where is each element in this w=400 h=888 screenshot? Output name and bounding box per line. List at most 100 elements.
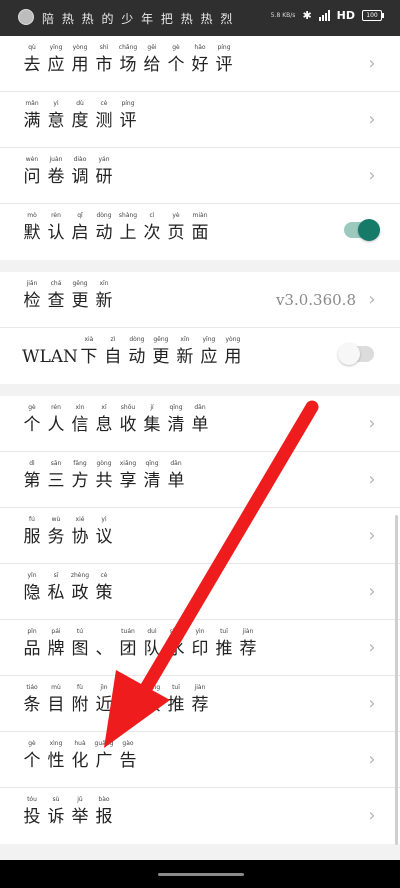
pinyin: guǎng — [94, 740, 114, 747]
pinyin: píng — [217, 44, 231, 51]
toggle-switch[interactable] — [338, 343, 374, 365]
pinyin: fù — [77, 684, 83, 691]
hanzi: 新 — [176, 347, 194, 367]
hanzi: 评 — [215, 55, 233, 75]
ruby-char: dān 单 — [190, 402, 210, 436]
pinyin: mù — [51, 684, 61, 691]
settings-row[interactable]: wèn 问 juàn 卷 diào 调 yán 研 › — [0, 148, 400, 204]
pinyin: tiáo — [26, 684, 38, 691]
ruby-char: wù 务 — [46, 514, 66, 548]
ruby-char: gěi 给 — [142, 42, 162, 76]
settings-row[interactable]: mò 默 rèn 认 qǐ 启 dòng 动 shàng 上 cì 次 yè 页 miàn 面 — [0, 204, 400, 260]
ruby-char: cì 次 — [142, 210, 162, 244]
hanzi: 附 — [71, 695, 89, 715]
toggle-switch[interactable] — [344, 219, 380, 241]
pinyin: gào — [122, 740, 134, 747]
ruby-char: rén 人 — [46, 402, 66, 436]
settings-row[interactable]: yǐn 隐 sī 私 zhèng 政 cè 策 › — [0, 564, 400, 620]
settings-row[interactable]: fú 服 wù 务 xié 协 yì 议 › — [0, 508, 400, 564]
ruby-char: gào 告 — [118, 738, 138, 772]
hanzi: 享 — [119, 471, 137, 491]
ruby-char: yì 议 — [94, 514, 114, 548]
hanzi: 报 — [95, 807, 113, 827]
ruby-char: shōu 收 — [118, 402, 138, 436]
ruby-char: mò 默 — [22, 210, 42, 244]
hanzi: 个 — [23, 751, 41, 771]
status-icons: 5.8 KB/s ✱ HD 100 — [270, 9, 384, 22]
pinyin: dān — [194, 404, 206, 411]
hanzi: 意 — [47, 111, 65, 131]
row-label: wèn 问 juàn 卷 diào 调 yán 研 — [22, 154, 118, 188]
hanzi: 自 — [104, 347, 122, 367]
settings-row[interactable]: mǎn 满 yì 意 dù 度 cè 测 píng 评 › — [0, 92, 400, 148]
network-speed: 5.8 KB/s — [270, 12, 296, 19]
settings-row[interactable]: gè 个 xìng 性 huà 化 guǎng 广 gào 告 › — [0, 732, 400, 788]
ruby-char: mù 目 — [46, 682, 66, 716]
settings-row[interactable]: jiǎn 检 chá 查 gēng 更 xīn 新 v3.0.360.8 › — [0, 272, 400, 328]
ruby-char: bào 报 — [94, 794, 114, 828]
ruby-char: yīng 应 — [46, 42, 66, 76]
hanzi: 度 — [71, 111, 89, 131]
hanzi: 目 — [47, 695, 65, 715]
pinyin: pái — [51, 628, 61, 635]
home-gesture-bar[interactable] — [158, 873, 244, 876]
pinyin: xīn — [99, 280, 109, 287]
chevron-right-icon: › — [368, 749, 376, 770]
pinyin: dān — [170, 460, 182, 467]
settings-row[interactable]: dì 第 sān 三 fāng 方 gòng 共 xiǎng 享 qīng 清 dān 单 › — [0, 452, 400, 508]
pinyin: gè — [172, 44, 180, 51]
settings-row[interactable]: pǐn 品 pái 牌 tú 图、 tuán 团 duì 队 shuǐ 水 yìn 印 tuī 推 jiàn 荐 › — [0, 620, 400, 676]
pinyin: qīng — [169, 404, 183, 411]
pinyin: rén — [51, 404, 61, 411]
pinyin: xìng — [49, 740, 63, 747]
scrollbar[interactable] — [395, 515, 398, 845]
pinyin: jí — [150, 404, 154, 411]
settings-row[interactable]: tóu 投 sù 诉 jǔ 举 bào 报 › — [0, 788, 400, 844]
settings-row[interactable]: tiáo 条 mù 目 fù 附 jìn 近 xuǎn 选 xiàng 项 tuī 推 jiàn 荐 › — [0, 676, 400, 732]
network-type: HD — [336, 9, 355, 22]
pinyin: gè — [28, 740, 36, 747]
hanzi: 务 — [47, 527, 65, 547]
pinyin: shì — [99, 44, 109, 51]
settings-row[interactable]: gè 个 rén 人 xìn 信 xī 息 shōu 收 jí 集 qīng 清 dān 单 › — [0, 396, 400, 452]
pinyin: zhèng — [70, 572, 90, 579]
pinyin: fāng — [73, 460, 87, 467]
ruby-char: tuī 推 — [166, 682, 186, 716]
hanzi: 第 — [23, 471, 41, 491]
pinyin: gè — [28, 404, 36, 411]
pinyin: tuī — [220, 628, 228, 635]
hanzi: 应 — [200, 347, 218, 367]
hanzi: 市 — [95, 55, 113, 75]
hanzi: 好 — [191, 55, 209, 75]
pinyin: yòng — [72, 44, 88, 51]
row-label: jiǎn 检 chá 查 gēng 更 xīn 新 — [22, 278, 118, 312]
hanzi: 集 — [143, 415, 161, 435]
hanzi: 去 — [23, 55, 41, 75]
ruby-char: mǎn 满 — [22, 98, 42, 132]
hanzi: 协 — [71, 527, 89, 547]
settings-row[interactable]: qù 去 yīng 应 yòng 用 shì 市 chǎng 场 gěi 给 gè 个 hǎo 好 píng 评 › — [0, 36, 400, 92]
pinyin: huà — [74, 740, 86, 747]
pinyin: tuán — [121, 628, 135, 635]
ruby-char: cè 测 — [94, 98, 114, 132]
ruby-char: sī 私 — [46, 570, 66, 604]
pinyin: qù — [28, 44, 36, 51]
row-label: yǐn 隐 sī 私 zhèng 政 cè 策 — [22, 570, 118, 604]
hanzi: 查 — [47, 291, 65, 311]
ruby-char: gè 个 — [22, 402, 42, 436]
ruby-char: jǔ 举 — [70, 794, 90, 828]
settings-row[interactable]: WLAN xià 下 zì 自 dòng 动 gēng 更 xīn 新 yīng 应 yòng 用 — [0, 328, 400, 384]
ruby-char: yǐn 隐 — [22, 570, 42, 604]
ruby-char: dù 度 — [70, 98, 90, 132]
hanzi: 卷 — [47, 167, 65, 187]
hanzi: 、 — [95, 639, 113, 659]
ruby-char: dì 第 — [22, 458, 42, 492]
bluetooth-icon: ✱ — [302, 9, 312, 22]
ruby-char: chǎng 场 — [118, 42, 138, 76]
hanzi: 告 — [119, 751, 137, 771]
hanzi: 荐 — [239, 639, 257, 659]
hanzi: 投 — [23, 807, 41, 827]
status-bar: 陪 热 热 的 少 年 把 热 热 烈 5.8 KB/s ✱ HD 100 — [0, 0, 400, 36]
hanzi: 上 — [119, 223, 137, 243]
hanzi: 服 — [23, 527, 41, 547]
